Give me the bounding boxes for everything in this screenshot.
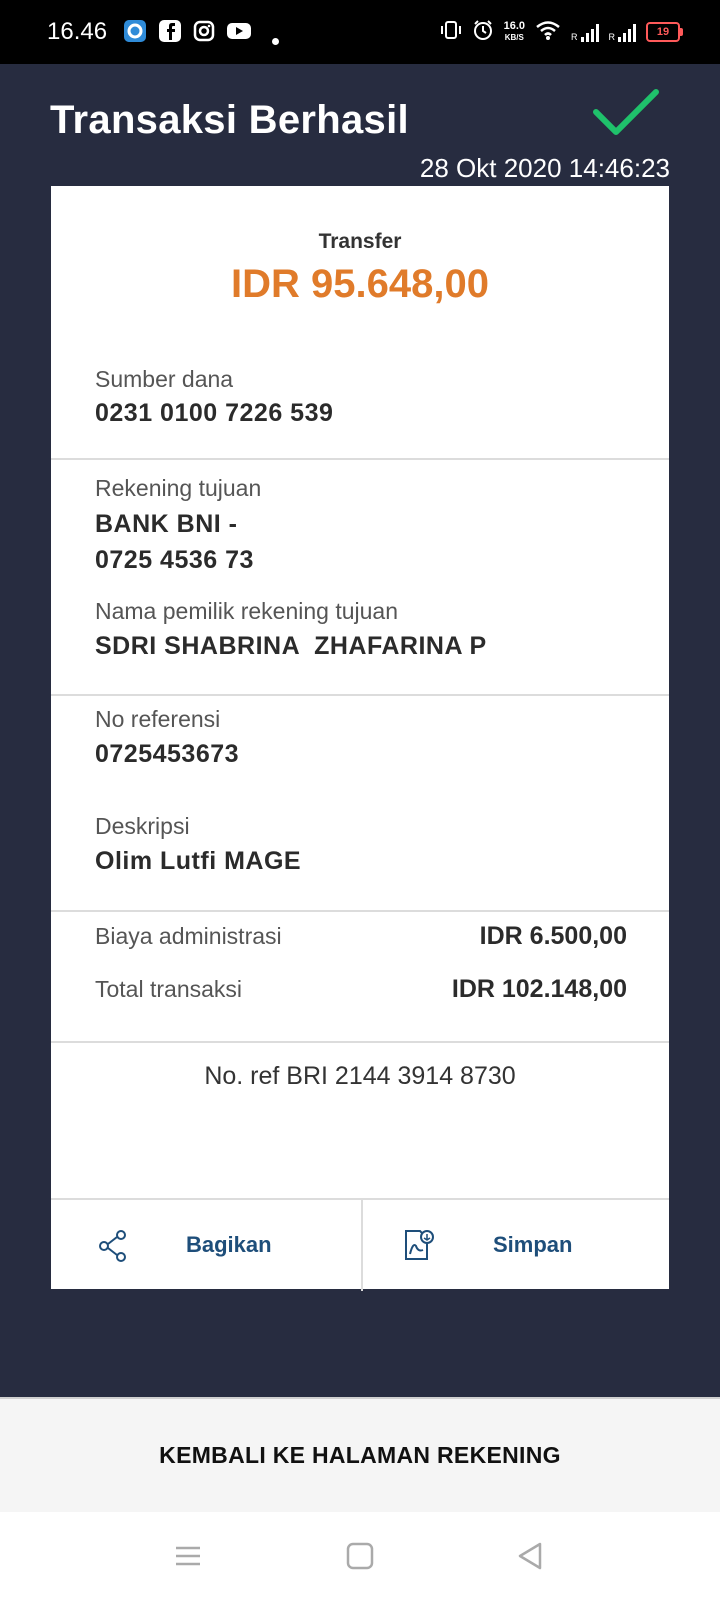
total-label: Total transaksi — [95, 976, 243, 1002]
instagram-icon — [193, 20, 215, 42]
pdf-download-icon — [403, 1228, 435, 1267]
notification-dot-icon — [272, 38, 279, 45]
transaction-datetime: 28 Okt 2020 14:46:23 — [419, 153, 670, 183]
transaction-amount: IDR 95.648,00 — [231, 262, 489, 306]
ref-value: 0725453673 — [95, 740, 240, 768]
desc-value: Olim Lutfi MAGE — [95, 847, 302, 875]
net-speed-unit: KB/S — [504, 33, 524, 42]
youtube-icon — [226, 20, 252, 42]
signal-icon: R — [608, 22, 636, 42]
status-time: 16.46 — [47, 18, 108, 45]
receipt-card: Transfer IDR 95.648,00 Sumber dana 0231 … — [51, 186, 669, 1291]
source-label: Sumber dana — [95, 366, 234, 392]
divider — [51, 1041, 669, 1043]
status-bar: 16.46 16.0 KB/S R R 19 — [0, 0, 720, 64]
net-speed-value: 16.0 — [503, 20, 525, 32]
receipt-actions: Bagikan Simpan — [51, 1198, 669, 1291]
success-check-icon — [592, 86, 662, 143]
save-button[interactable]: Simpan — [363, 1200, 673, 1291]
save-label: Simpan — [493, 1232, 573, 1257]
bri-reference: No. ref BRI 2144 3914 8730 — [204, 1062, 516, 1090]
share-icon — [99, 1230, 127, 1267]
dest-bank: BANK BNI - — [95, 510, 238, 538]
divider — [51, 694, 669, 696]
back-icon[interactable] — [510, 1538, 550, 1574]
owner-value: SDRI SHABRINA ZHAFARINA P — [95, 632, 487, 660]
total-value: IDR 102.148,00 — [451, 975, 627, 1003]
facebook-icon — [159, 20, 181, 42]
back-to-account-button[interactable]: KEMBALI KE HALAMAN REKENING — [0, 1397, 720, 1514]
page-title: Transaksi Berhasil — [50, 98, 409, 142]
net-speed: 16.0 KB/S — [504, 21, 525, 43]
source-value: 0231 0100 7226 539 — [95, 399, 334, 427]
signal-label: R — [608, 32, 616, 42]
divider — [51, 910, 669, 912]
ref-label: No referensi — [95, 706, 221, 732]
system-nav-bar — [0, 1512, 720, 1600]
signal-icon: R — [571, 22, 599, 42]
status-right: 16.0 KB/S R R 19 — [440, 16, 683, 48]
alarm-icon — [472, 19, 494, 46]
admin-fee-label: Biaya administrasi — [95, 923, 282, 949]
desc-label: Deskripsi — [95, 813, 190, 839]
home-icon[interactable] — [340, 1538, 380, 1574]
vibrate-icon — [440, 19, 462, 46]
owner-label: Nama pemilik rekening tujuan — [95, 598, 398, 624]
battery-icon: 19 — [646, 22, 683, 42]
dest-label: Rekening tujuan — [95, 475, 262, 501]
divider — [51, 458, 669, 460]
share-label: Bagikan — [186, 1232, 272, 1257]
app-icon — [124, 20, 146, 42]
signal-label: R — [571, 32, 578, 42]
admin-fee-value: IDR 6.500,00 — [479, 922, 627, 950]
transaction-type: Transfer — [318, 230, 402, 253]
wifi-icon — [535, 19, 561, 46]
menu-icon[interactable] — [168, 1538, 208, 1574]
share-button[interactable]: Bagikan — [51, 1200, 361, 1291]
back-to-account-label: KEMBALI KE HALAMAN REKENING — [159, 1442, 561, 1468]
dest-account: 0725 4536 73 — [95, 546, 254, 574]
